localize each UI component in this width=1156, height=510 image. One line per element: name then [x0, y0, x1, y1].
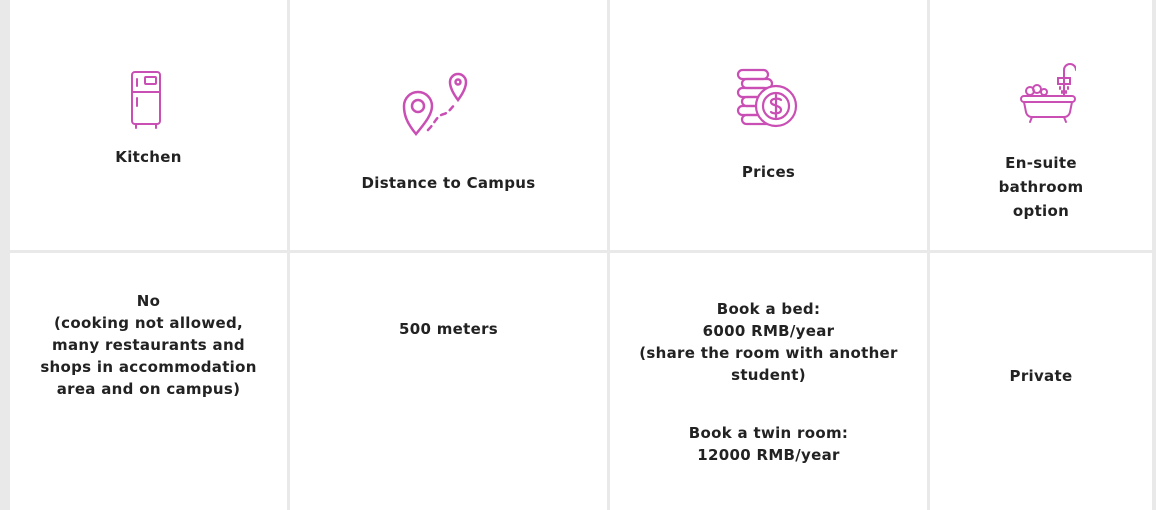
prices-bed-value: Book a bed: 6000 RMB/year (share the roo… [610, 298, 927, 386]
prices-bed-line: 6000 RMB/year [702, 322, 835, 340]
prices-bed-line: Book a bed: [716, 300, 821, 318]
kitchen-value-line: No [136, 292, 161, 310]
header-prices-label: Prices [741, 163, 796, 181]
coins-dollar-icon [734, 68, 800, 132]
fridge-icon [126, 70, 166, 130]
cell-kitchen: No (cooking not allowed, many restaurant… [10, 253, 287, 510]
accommodation-table: Kitchen Distance to Campus Prices En-sui… [10, 0, 1152, 510]
prices-twin-line: 12000 RMB/year [697, 446, 840, 464]
cell-distance: 500 meters [290, 253, 607, 510]
header-prices: Prices [610, 0, 927, 250]
kitchen-value-line: (cooking not allowed, [54, 314, 243, 332]
cell-prices: Book a bed: 6000 RMB/year (share the roo… [610, 253, 927, 510]
header-distance-label: Distance to Campus [361, 174, 536, 192]
kitchen-value-line: area and on campus) [56, 380, 241, 398]
kitchen-value-line: many restaurants and [52, 336, 245, 354]
prices-twin-line: Book a twin room: [688, 424, 849, 442]
kitchen-value-line: shops in accommodation [40, 358, 257, 376]
header-bathroom-line: bathroom [998, 178, 1084, 196]
kitchen-value: No (cooking not allowed, many restaurant… [10, 290, 287, 400]
prices-bed-line: (share the room with another [639, 344, 898, 362]
route-pin-icon [402, 66, 474, 138]
header-kitchen-label: Kitchen [115, 148, 182, 166]
bathroom-value: Private [1009, 367, 1073, 385]
header-bathroom-line: option [1012, 202, 1070, 220]
header-distance: Distance to Campus [290, 0, 607, 250]
header-bathroom-label: En-suite bathroom option [930, 151, 1152, 223]
header-kitchen: Kitchen [10, 0, 287, 250]
prices-bed-line: student) [731, 366, 806, 384]
header-bathroom: En-suite bathroom option [930, 0, 1152, 250]
bathtub-shower-icon [1020, 62, 1076, 124]
distance-value: 500 meters [398, 320, 498, 338]
prices-twin-value: Book a twin room: 12000 RMB/year [610, 422, 927, 466]
cell-bathroom: Private [930, 253, 1152, 510]
header-bathroom-line: En-suite [1005, 154, 1077, 172]
